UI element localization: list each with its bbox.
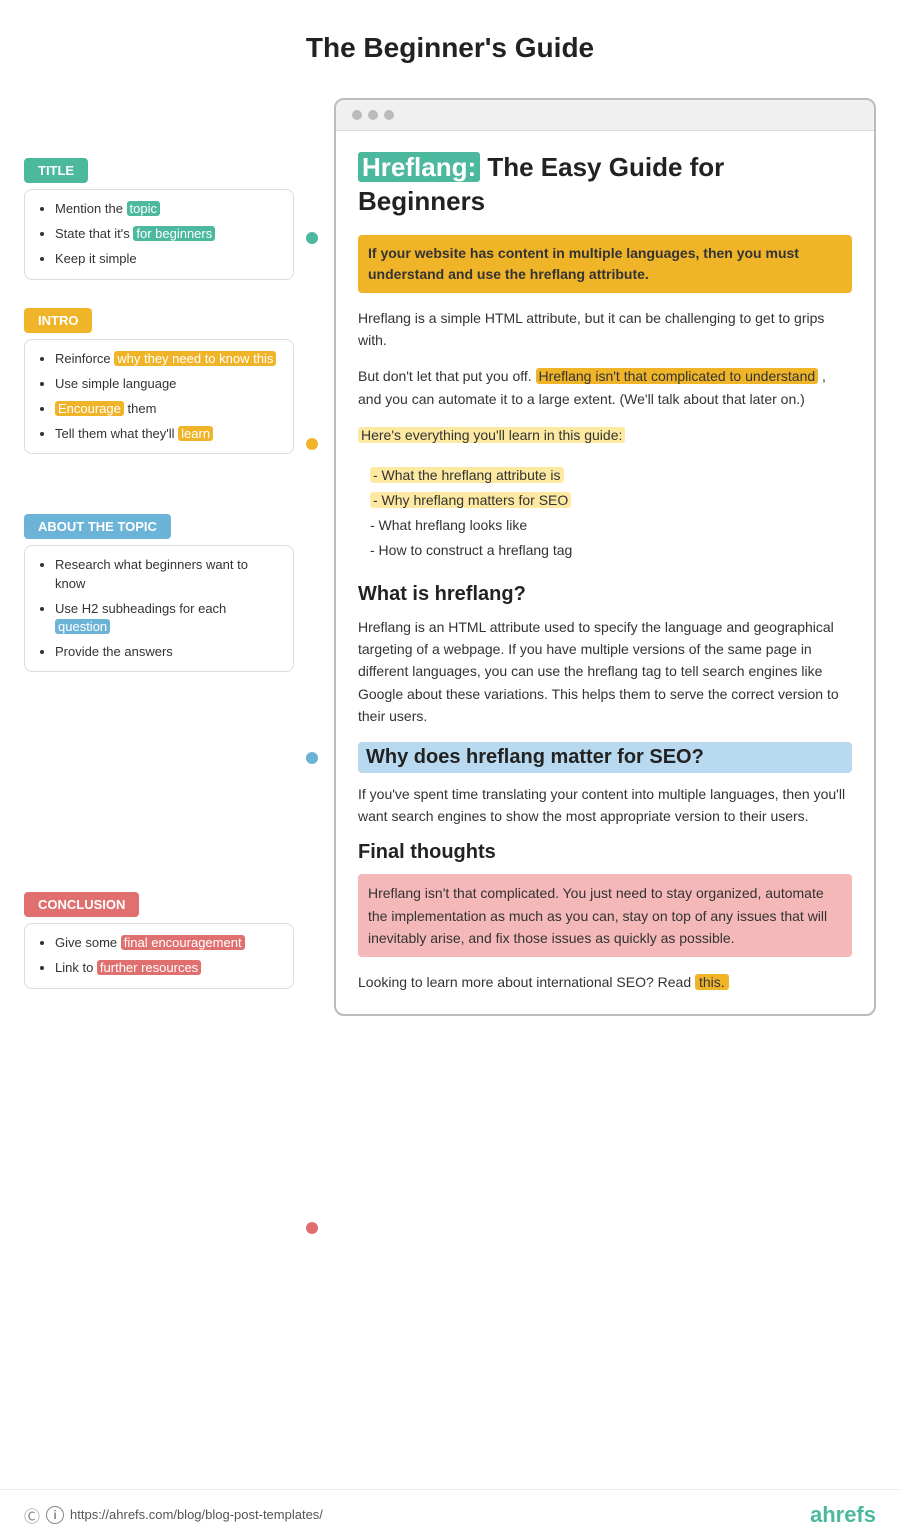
article-title: Hreflang: The Easy Guide for Beginners [358,151,852,219]
browser-dot-3 [384,110,394,120]
connector-dot-intro [306,438,318,450]
conclusion-bullet-2: Link to further resources [55,959,279,977]
why-highlight: why they need to know this [114,351,276,366]
h2-final-thoughts: Final thoughts [358,841,852,864]
article-para-2: But don't let that put you off. Hreflang… [358,365,852,410]
read-more-pre: Looking to learn more about internationa… [358,974,695,990]
intro-bullet-2: Use simple language [55,375,279,393]
conclusion-highlight-para: Hreflang isn't that complicated. You jus… [358,874,852,957]
guide-item-3-text: - What hreflang looks like [370,517,527,533]
footer-brand: ahrefs [810,1502,876,1528]
read-more: Looking to learn more about internationa… [358,971,852,993]
para2-highlight: Hreflang isn't that complicated to under… [536,368,819,384]
conclusion-section: CONCLUSION Give some final encouragement… [24,892,294,988]
para3-highlight: Here's everything you'll learn in this g… [358,427,625,443]
about-para: Hreflang is an HTML attribute used to sp… [358,616,852,728]
cc-icon: Ⓒ [24,1503,40,1527]
conclusion-box: Give some final encouragement Link to fu… [24,923,294,988]
seo-para: If you've spent time translating your co… [358,783,852,828]
connector-dot-title [306,232,318,244]
conclusion-bullet-1: Give some final encouragement [55,934,279,952]
guide-item-4-text: - How to construct a hreflang tag [370,542,572,558]
conclusion-label: CONCLUSION [24,892,139,917]
page-title: The Beginner's Guide [0,0,900,88]
footer-left: Ⓒ i https://ahrefs.com/blog/blog-post-te… [24,1503,323,1527]
content-area: TITLE Mention the topic State that it's … [0,88,900,1096]
browser-mockup: Hreflang: The Easy Guide for Beginners I… [334,98,876,1016]
h2-why-hreflang: Why does hreflang matter for SEO? [358,742,852,773]
browser-content: Hreflang: The Easy Guide for Beginners I… [336,131,874,1014]
guide-item-1-text: - What the hreflang attribute is [370,467,564,483]
encourage-highlight: Encourage [55,401,124,416]
intro-section: INTRO Reinforce why they need to know th… [24,308,294,455]
article-title-highlight: Hreflang: [358,152,480,182]
about-bullet-1: Research what beginners want to know [55,556,279,592]
read-more-link[interactable]: this. [695,974,729,990]
further-highlight: further resources [97,960,201,975]
guide-item-2: - Why hreflang matters for SEO [370,490,852,511]
title-bullet-2: State that it's for beginners [55,225,279,243]
intro-bullet-1: Reinforce why they need to know this [55,350,279,368]
beginners-highlight: for beginners [133,226,215,241]
footer-url: https://ahrefs.com/blog/blog-post-templa… [70,1507,323,1522]
topic-highlight: topic [127,201,160,216]
learn-highlight: learn [178,426,213,441]
info-icon: i [46,1506,64,1524]
browser-dot-1 [352,110,362,120]
guide-item-4: - How to construct a hreflang tag [370,540,852,561]
about-bullet-3: Provide the answers [55,643,279,661]
browser-bar [336,100,874,131]
intro-paragraph-highlight: If your website has content in multiple … [358,235,852,293]
h2-what-is-hreflang: What is hreflang? [358,583,852,606]
about-box: Research what beginners want to know Use… [24,545,294,672]
browser-dot-2 [368,110,378,120]
intro-label: INTRO [24,308,92,333]
title-bullet-3: Keep it simple [55,250,279,268]
article-para-1: Hreflang is a simple HTML attribute, but… [358,307,852,352]
footer: Ⓒ i https://ahrefs.com/blog/blog-post-te… [0,1489,900,1539]
about-section: ABOUT THE TOPIC Research what beginners … [24,514,294,672]
about-label: ABOUT THE TOPIC [24,514,171,539]
guide-item-2-text: - Why hreflang matters for SEO [370,492,571,508]
guide-list: - What the hreflang attribute is - Why h… [358,461,852,569]
guide-item-3: - What hreflang looks like [370,515,852,536]
connector-dot-about [306,752,318,764]
left-annotations: TITLE Mention the topic State that it's … [24,88,294,1009]
brand-text: ahrefs [810,1502,876,1527]
para2-pre: But don't let that put you off. [358,368,536,384]
intro-bullet-4: Tell them what they'll learn [55,425,279,443]
final-highlight: final encouragement [121,935,245,950]
title-label: TITLE [24,158,88,183]
question-highlight: question [55,619,110,634]
intro-box: Reinforce why they need to know this Use… [24,339,294,455]
guide-item-1: - What the hreflang attribute is [370,465,852,486]
title-bullet-1: Mention the topic [55,200,279,218]
article-para-3: Here's everything you'll learn in this g… [358,424,852,446]
title-section: TITLE Mention the topic State that it's … [24,158,294,280]
title-box: Mention the topic State that it's for be… [24,189,294,280]
connector-dot-conclusion [306,1222,318,1234]
intro-bullet-3: Encourage them [55,400,279,418]
about-bullet-2: Use H2 subheadings for each question [55,600,279,636]
browser-wrap: Hreflang: The Easy Guide for Beginners I… [334,88,876,1016]
